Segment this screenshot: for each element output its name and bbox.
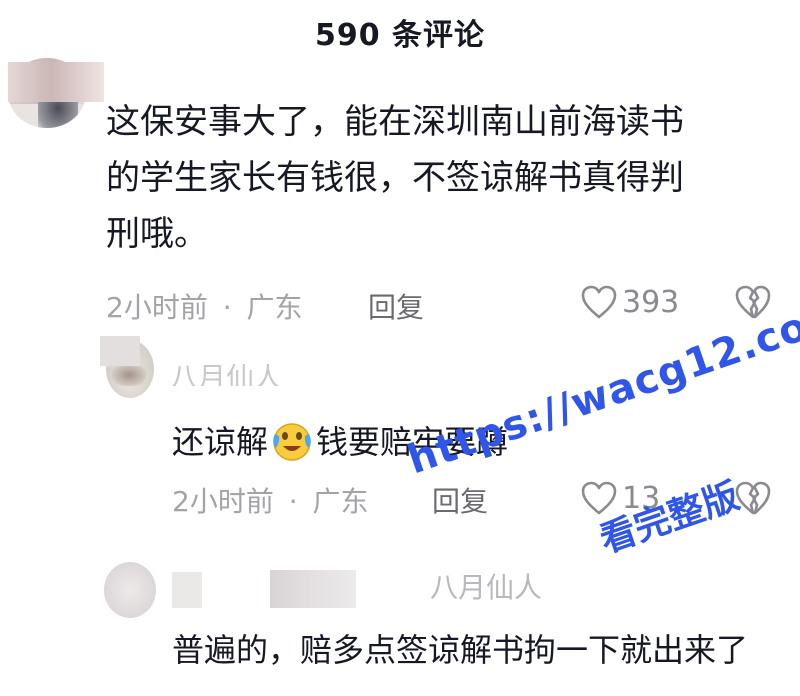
- username-mosaic: [8, 62, 104, 102]
- comment-text: 这保安事大了，能在深圳南山前海读书 的学生家长有钱很，不签谅解书真得判 刑哦。: [106, 102, 684, 254]
- reply-meta: 2小时前 · 广东: [172, 480, 369, 520]
- reply-button[interactable]: 回复: [432, 480, 488, 520]
- reply-avatar[interactable]: [104, 562, 156, 618]
- crying-laughing-emoji-icon: [270, 418, 314, 462]
- meta-separator: ·: [222, 291, 232, 324]
- reply-author-name[interactable]: 八月仙人: [170, 364, 282, 386]
- reply-button[interactable]: 回复: [368, 286, 424, 326]
- like-count: 393: [622, 284, 680, 320]
- reply-to-name[interactable]: 八月仙人: [430, 566, 542, 606]
- heart-outline-icon: [580, 284, 618, 320]
- username-mosaic: [270, 570, 356, 608]
- comment-meta: 2小时前 · 广东: [106, 286, 303, 326]
- username-mosaic: [172, 572, 202, 608]
- comment-time: 2小时前: [106, 291, 208, 324]
- comments-count-title: 590 条评论: [314, 18, 486, 53]
- comment-location: 广东: [246, 291, 303, 324]
- like-button[interactable]: 393: [580, 284, 679, 320]
- meta-separator: ·: [288, 485, 298, 518]
- reply-text: 普遍的，赔多点签谅解书拘一下就出来了: [172, 631, 749, 669]
- reply-time: 2小时前: [172, 485, 274, 518]
- avatar-mosaic: [100, 336, 140, 366]
- reply-location: 广东: [312, 485, 369, 518]
